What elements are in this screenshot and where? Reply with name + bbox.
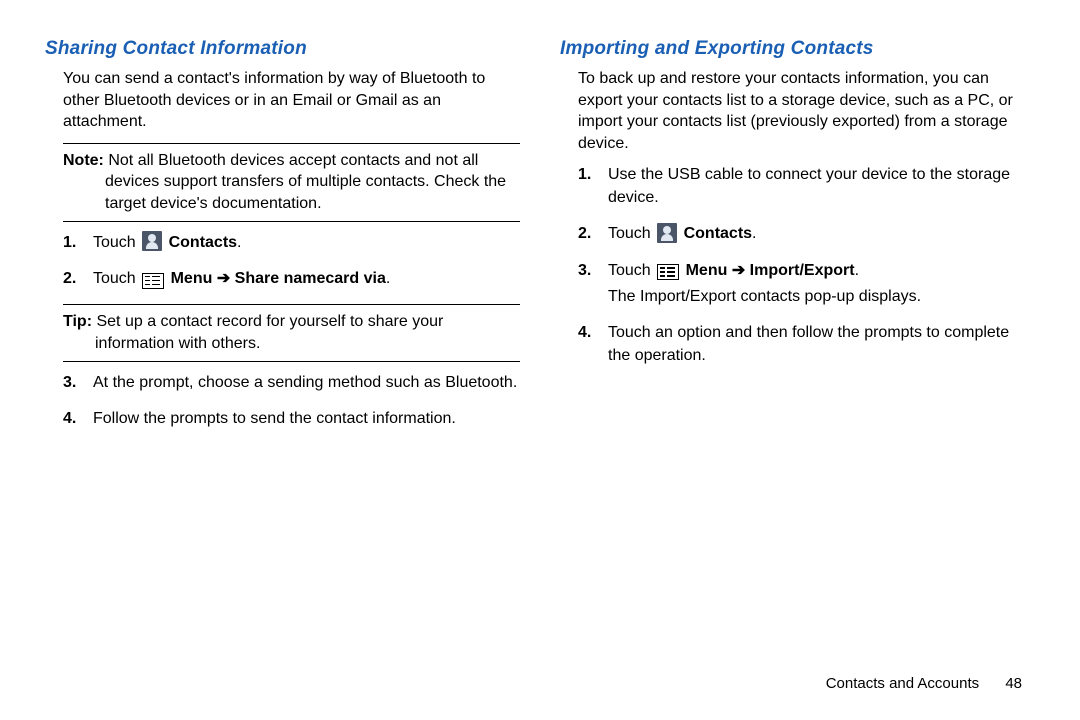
divider [63, 143, 520, 144]
arrow-icon: ➔ [727, 262, 749, 279]
divider [63, 304, 520, 305]
step-text: Touch [608, 262, 655, 279]
step-item: 3. Touch Menu ➔ Import/Export. The Impor… [578, 260, 1035, 309]
step-number: 2. [578, 223, 591, 245]
tip-block: Tip: Set up a contact record for yoursel… [45, 311, 520, 354]
arrow-icon: ➔ [212, 270, 234, 287]
right-column: Importing and Exporting Contacts To back… [560, 38, 1035, 444]
tip-text: Set up a contact record for yourself to … [95, 313, 443, 352]
step-item: 2. Touch Contacts. [578, 223, 1035, 245]
step-number: 3. [578, 260, 591, 282]
step-item: 1. Touch Contacts. [63, 232, 520, 254]
contacts-icon [657, 223, 677, 243]
step-text: Touch [93, 270, 140, 287]
step-item: 3. At the prompt, choose a sending metho… [63, 372, 520, 394]
intro-paragraph: To back up and restore your contacts inf… [560, 68, 1035, 154]
import-label: Import/Export [750, 262, 855, 279]
step-subtext: The Import/Export contacts pop-up displa… [608, 286, 1035, 308]
menu-icon [142, 273, 164, 289]
section-heading-sharing: Sharing Contact Information [45, 38, 520, 60]
step-text: Touch an option and then follow the prom… [608, 324, 1009, 363]
step-number: 1. [578, 164, 591, 186]
divider [63, 221, 520, 222]
step-number: 2. [63, 268, 76, 290]
contacts-label: Contacts [684, 225, 752, 242]
step-item: 1. Use the USB cable to connect your dev… [578, 164, 1035, 209]
step-text: Touch [608, 225, 655, 242]
step-text: Touch [93, 234, 140, 251]
tip-label: Tip: [63, 313, 92, 330]
footer-section: Contacts and Accounts [826, 675, 979, 692]
left-column: Sharing Contact Information You can send… [45, 38, 520, 444]
steps-list: 1. Touch Contacts. 2. Touch Menu ➔ Share… [45, 232, 520, 291]
menu-label: Menu [171, 270, 213, 287]
step-number: 1. [63, 232, 76, 254]
menu-icon [657, 264, 679, 280]
contacts-icon [142, 231, 162, 251]
share-label: Share namecard via [235, 270, 386, 287]
step-item: 4. Follow the prompts to send the contac… [63, 408, 520, 430]
step-number: 4. [578, 322, 591, 344]
step-number: 4. [63, 408, 76, 430]
steps-list-cont: 3. At the prompt, choose a sending metho… [45, 372, 520, 431]
step-number: 3. [63, 372, 76, 394]
menu-label: Menu [686, 262, 728, 279]
manual-page: Sharing Contact Information You can send… [0, 0, 1080, 444]
step-text: Follow the prompts to send the contact i… [93, 410, 456, 427]
steps-list: 1. Use the USB cable to connect your dev… [560, 164, 1035, 367]
step-item: 2. Touch Menu ➔ Share namecard via. [63, 268, 520, 290]
section-heading-import: Importing and Exporting Contacts [560, 38, 1035, 60]
note-block: Note: Not all Bluetooth devices accept c… [45, 150, 520, 215]
step-text: At the prompt, choose a sending method s… [93, 374, 517, 391]
step-text: Use the USB cable to connect your device… [608, 166, 1010, 205]
step-item: 4. Touch an option and then follow the p… [578, 322, 1035, 367]
page-number: 48 [1005, 675, 1022, 692]
intro-paragraph: You can send a contact's information by … [45, 68, 520, 133]
page-footer: Contacts and Accounts 48 [826, 675, 1022, 692]
note-label: Note: [63, 152, 104, 169]
divider [63, 361, 520, 362]
